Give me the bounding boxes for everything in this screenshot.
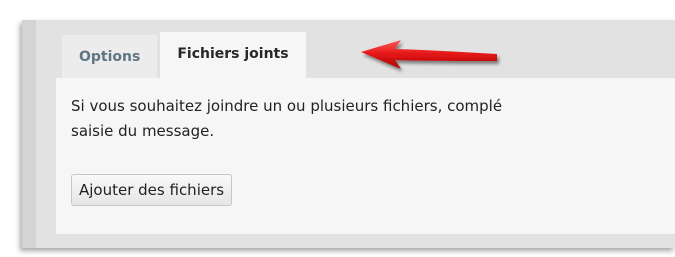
instructions-text: Si vous souhaitez joindre un ou plusieur… xyxy=(71,94,675,144)
frame-left-border xyxy=(22,20,36,248)
attachments-panel: Si vous souhaitez joindre un ou plusieur… xyxy=(56,78,675,234)
add-files-button[interactable]: Ajouter des fichiers xyxy=(71,174,233,206)
tab-bar: Options Fichiers joints xyxy=(62,31,306,78)
instructions-line-2: saisie du message. xyxy=(71,122,215,140)
attachments-box: Options Fichiers joints Si vous souhaite… xyxy=(22,20,675,248)
tab-options[interactable]: Options xyxy=(62,35,158,78)
instructions-line-1: Si vous souhaitez joindre un ou plusieur… xyxy=(71,97,503,115)
red-arrow-icon xyxy=(361,40,497,69)
tab-fichiers-joints[interactable]: Fichiers joints xyxy=(160,32,306,78)
